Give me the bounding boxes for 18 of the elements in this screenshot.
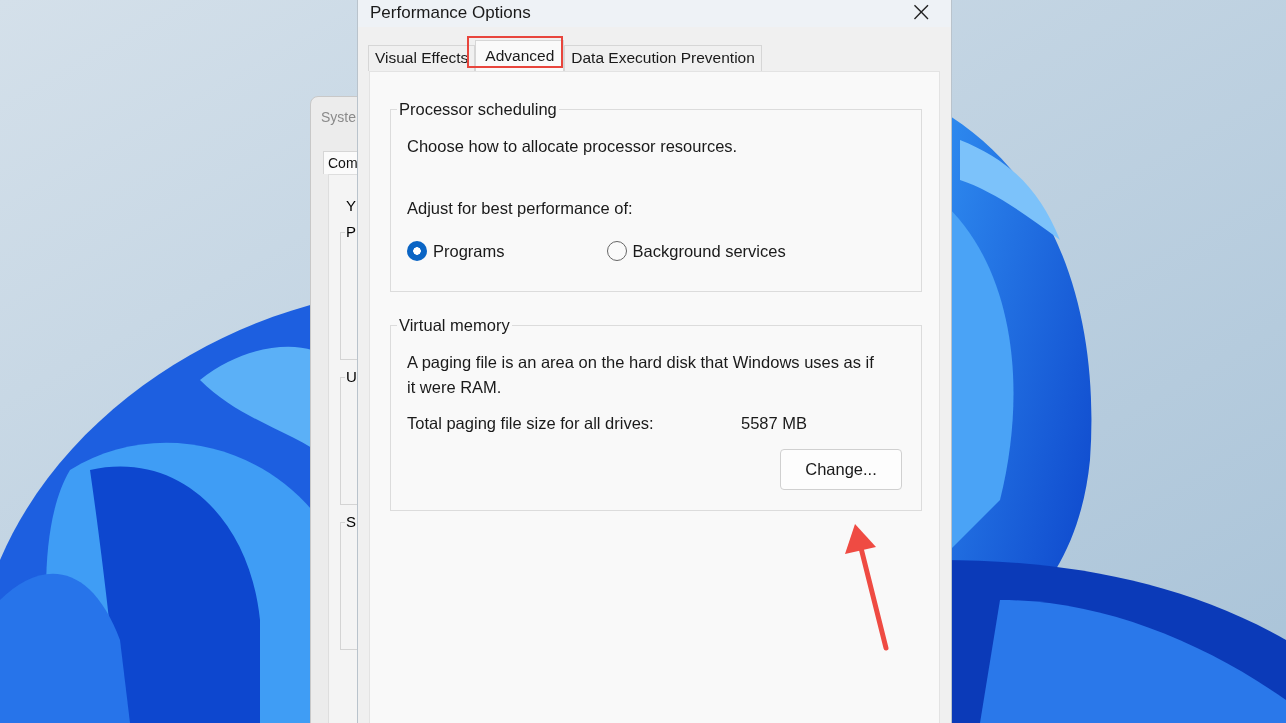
group-title: Virtual memory — [398, 316, 511, 335]
tab[interactable]: Visual Effects — [368, 45, 476, 71]
field-value: 5587 MB — [741, 414, 808, 433]
description-text: Choose how to allocate processor resources. — [407, 136, 739, 157]
close-button[interactable]: × — [903, 0, 939, 24]
prompt-text: Adjust for best performance of: — [407, 198, 634, 219]
window-title: Performance Options — [370, 2, 532, 23]
tab[interactable]: Advanced — [475, 40, 565, 71]
tab[interactable]: Data Execution Prevention — [564, 45, 762, 71]
radio-button[interactable] — [606, 241, 627, 261]
tab[interactable]: Com — [323, 151, 357, 174]
field-label: Total paging file size for all drives: — [407, 414, 655, 433]
description-text: A paging file is an area on the hard disk that Windows uses as if it were RAM. — [407, 352, 875, 398]
radio-label[interactable]: Programs — [433, 241, 505, 261]
radio-label[interactable]: Background services — [632, 241, 786, 261]
radio-button[interactable] — [407, 241, 427, 261]
change-button[interactable]: Change... — [780, 449, 902, 490]
group-title: Processor scheduling — [398, 100, 558, 119]
